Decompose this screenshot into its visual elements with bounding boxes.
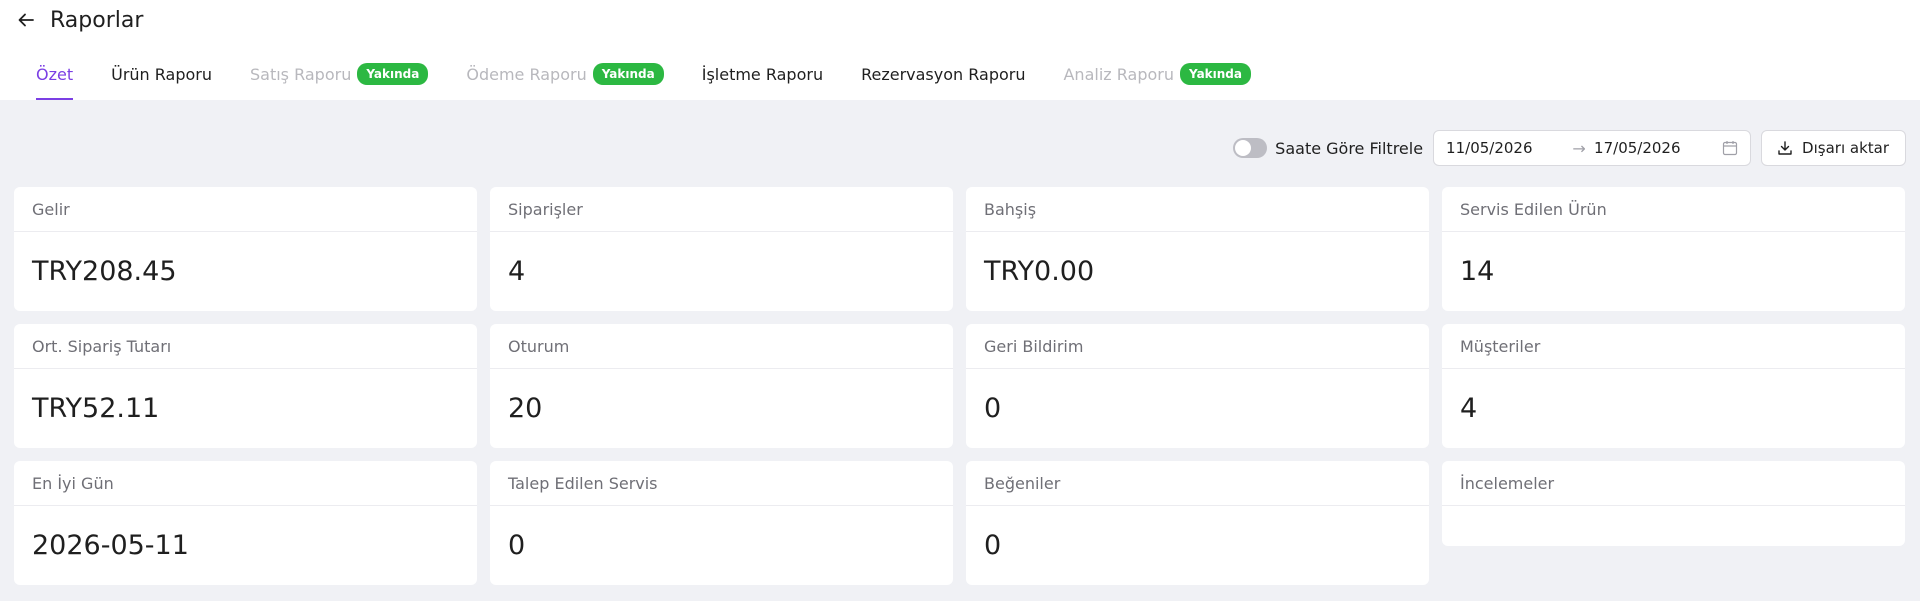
export-label: Dışarı aktar (1802, 139, 1889, 157)
metric-card-gelir: Gelir TRY208.45 (14, 187, 477, 311)
metric-value (1442, 506, 1905, 546)
page-title: Raporlar (50, 7, 144, 33)
title-row: Raporlar (12, 4, 143, 36)
metric-value: 0 (984, 530, 1002, 561)
arrow-left-icon (18, 13, 34, 27)
date-range-picker[interactable]: → (1433, 130, 1752, 166)
toggle-knob (1235, 140, 1252, 156)
tab-label: Satış Raporu (250, 64, 352, 84)
metric-label: İncelemeler (1442, 461, 1905, 506)
back-button[interactable] (12, 6, 40, 34)
top-bar: Raporlar Özet Ürün Raporu Satış Raporu Y… (0, 0, 1920, 100)
tab-label: Özet (36, 64, 74, 84)
export-button[interactable]: Dışarı aktar (1761, 130, 1906, 166)
arrow-right-icon: → (1572, 138, 1586, 158)
tab-satis-raporu: Satış Raporu Yakında (250, 60, 429, 88)
coming-soon-badge: Yakında (1179, 63, 1251, 85)
tab-label: Analiz Raporu (1063, 64, 1174, 84)
metric-value: 0 (984, 393, 1002, 424)
metric-label: Servis Edilen Ürün (1442, 187, 1905, 232)
tab-label: İşletme Raporu (701, 64, 824, 84)
tab-label: Ürün Raporu (111, 64, 212, 84)
metric-value: 4 (1460, 393, 1478, 424)
metric-value: 14 (1460, 256, 1495, 287)
hour-filter-label: Saate Göre Filtrele (1275, 138, 1424, 158)
metrics-grid: Gelir TRY208.45 Siparişler 4 Bahşiş TRY0… (14, 187, 1906, 585)
tab-isletme-raporu[interactable]: İşletme Raporu (702, 60, 823, 88)
tab-ozet[interactable]: Özet (36, 60, 74, 100)
metric-label: Siparişler (490, 187, 953, 232)
start-date-input[interactable] (1446, 139, 1565, 157)
tab-analiz-raporu: Analiz Raporu Yakında (1063, 60, 1251, 88)
metric-value: 2026-05-11 (32, 530, 189, 561)
metric-label: Gelir (14, 187, 477, 232)
metric-value: 4 (508, 256, 526, 287)
metric-label: Geri Bildirim (966, 324, 1429, 369)
coming-soon-badge: Yakında (357, 63, 429, 85)
tab-urun-raporu[interactable]: Ürün Raporu (111, 60, 212, 88)
metric-label: Talep Edilen Servis (490, 461, 953, 506)
metric-label: Müşteriler (1442, 324, 1905, 369)
coming-soon-badge: Yakında (592, 63, 664, 85)
metric-value: TRY0.00 (984, 256, 1095, 287)
tab-odeme-raporu: Ödeme Raporu Yakında (466, 60, 664, 88)
metric-card-musteriler: Müşteriler 4 (1442, 324, 1905, 448)
metric-label: Oturum (490, 324, 953, 369)
calendar-icon[interactable] (1722, 140, 1738, 156)
metric-label: Beğeniler (966, 461, 1429, 506)
metric-label: En İyi Gün (14, 461, 477, 506)
metric-card-servis-edilen-urun: Servis Edilen Ürün 14 (1442, 187, 1905, 311)
metric-value: TRY52.11 (32, 393, 160, 424)
metric-card-bahsis: Bahşiş TRY0.00 (966, 187, 1429, 311)
filter-bar: Saate Göre Filtrele → Dışarı aktar (1233, 130, 1906, 166)
end-date-input[interactable] (1594, 139, 1713, 157)
metric-value: 20 (508, 393, 543, 424)
tab-label: Ödeme Raporu (466, 64, 587, 84)
report-tabs: Özet Ürün Raporu Satış Raporu Yakında Öd… (36, 60, 1289, 100)
metric-card-ort-siparis-tutari: Ort. Sipariş Tutarı TRY52.11 (14, 324, 477, 448)
metric-card-en-iyi-gun: En İyi Gün 2026-05-11 (14, 461, 477, 585)
metric-value: TRY208.45 (32, 256, 177, 287)
tab-rezervasyon-raporu[interactable]: Rezervasyon Raporu (861, 60, 1025, 88)
metric-value: 0 (508, 530, 526, 561)
metric-card-oturum: Oturum 20 (490, 324, 953, 448)
tab-label: Rezervasyon Raporu (861, 64, 1026, 84)
metric-label: Ort. Sipariş Tutarı (14, 324, 477, 369)
hour-filter-toggle[interactable] (1233, 138, 1268, 158)
metric-card-incelemeler: İncelemeler (1442, 461, 1905, 546)
metric-card-siparisler: Siparişler 4 (490, 187, 953, 311)
metric-card-geri-bildirim: Geri Bildirim 0 (966, 324, 1429, 448)
download-icon (1778, 141, 1792, 155)
metric-label: Bahşiş (966, 187, 1429, 232)
metric-card-talep-edilen-servis: Talep Edilen Servis 0 (490, 461, 953, 585)
metric-card-begeniler: Beğeniler 0 (966, 461, 1429, 585)
